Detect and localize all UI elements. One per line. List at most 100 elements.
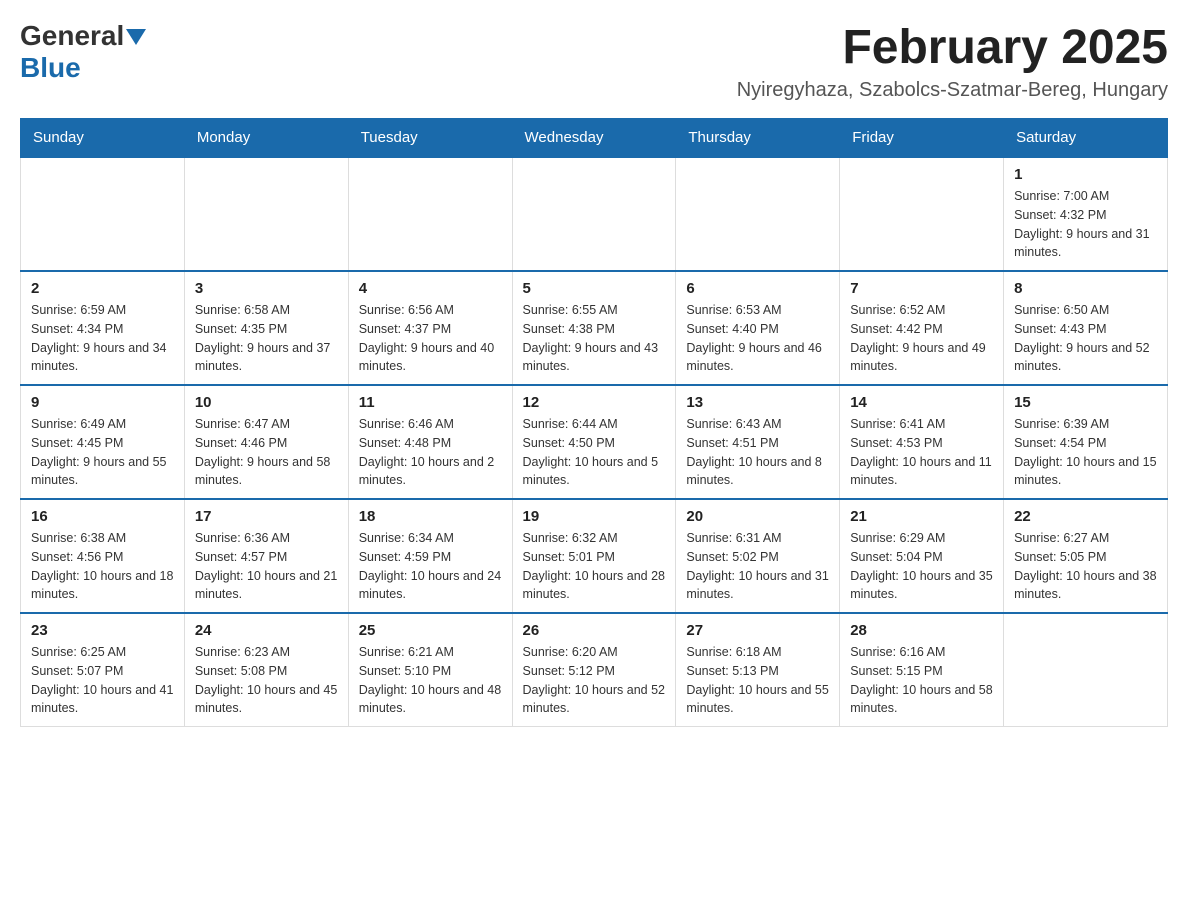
calendar-day-cell: 17 Sunrise: 6:36 AMSunset: 4:57 PMDayligh… bbox=[184, 499, 348, 613]
day-number: 13 bbox=[686, 394, 829, 411]
day-info: Sunrise: 6:21 AMSunset: 5:10 PMDaylight:… bbox=[359, 643, 502, 718]
day-number: 6 bbox=[686, 280, 829, 297]
location-subtitle: Nyiregyhaza, Szabolcs-Szatmar-Bereg, Hun… bbox=[737, 79, 1168, 102]
day-info: Sunrise: 6:50 AMSunset: 4:43 PMDaylight:… bbox=[1014, 301, 1157, 376]
calendar-day-cell: 25 Sunrise: 6:21 AMSunset: 5:10 PMDayligh… bbox=[348, 613, 512, 727]
day-info: Sunrise: 6:29 AMSunset: 5:04 PMDaylight:… bbox=[850, 529, 993, 604]
day-number: 20 bbox=[686, 508, 829, 525]
calendar-day-cell: 2 Sunrise: 6:59 AMSunset: 4:34 PMDaylight… bbox=[21, 271, 185, 385]
calendar-week-row: 23 Sunrise: 6:25 AMSunset: 5:07 PMDayligh… bbox=[21, 613, 1168, 727]
day-info: Sunrise: 6:59 AMSunset: 4:34 PMDaylight:… bbox=[31, 301, 174, 376]
day-info: Sunrise: 7:00 AMSunset: 4:32 PMDaylight:… bbox=[1014, 187, 1157, 262]
calendar-day-cell: 21Sunrise: 6:29 AMSunset: 5:04 PMDayligh… bbox=[840, 499, 1004, 613]
day-info: Sunrise: 6:56 AMSunset: 4:37 PMDaylight:… bbox=[359, 301, 502, 376]
calendar-week-row: 1 Sunrise: 7:00 AMSunset: 4:32 PMDaylight… bbox=[21, 157, 1168, 271]
day-of-week-header: Tuesday bbox=[348, 119, 512, 158]
calendar-day-cell: 6Sunrise: 6:53 AMSunset: 4:40 PMDaylight… bbox=[676, 271, 840, 385]
day-of-week-header: Wednesday bbox=[512, 119, 676, 158]
calendar-day-cell: 22 Sunrise: 6:27 AMSunset: 5:05 PMDayligh… bbox=[1004, 499, 1168, 613]
calendar-day-cell: 18 Sunrise: 6:34 AMSunset: 4:59 PMDayligh… bbox=[348, 499, 512, 613]
calendar-day-cell: 5Sunrise: 6:55 AMSunset: 4:38 PMDaylight… bbox=[512, 271, 676, 385]
day-info: Sunrise: 6:25 AMSunset: 5:07 PMDaylight:… bbox=[31, 643, 174, 718]
day-number: 7 bbox=[850, 280, 993, 297]
calendar-week-row: 16 Sunrise: 6:38 AMSunset: 4:56 PMDayligh… bbox=[21, 499, 1168, 613]
day-info: Sunrise: 6:41 AMSunset: 4:53 PMDaylight:… bbox=[850, 415, 993, 490]
day-info: Sunrise: 6:32 AMSunset: 5:01 PMDaylight:… bbox=[523, 529, 666, 604]
day-info: Sunrise: 6:39 AMSunset: 4:54 PMDaylight:… bbox=[1014, 415, 1157, 490]
calendar-day-cell: 13 Sunrise: 6:43 AMSunset: 4:51 PMDayligh… bbox=[676, 385, 840, 499]
day-number: 24 bbox=[195, 622, 338, 639]
logo-general-text: General bbox=[20, 20, 124, 52]
calendar-day-cell: 19 Sunrise: 6:32 AMSunset: 5:01 PMDayligh… bbox=[512, 499, 676, 613]
calendar-day-cell bbox=[184, 157, 348, 271]
day-info: Sunrise: 6:34 AMSunset: 4:59 PMDaylight:… bbox=[359, 529, 502, 604]
calendar-day-cell: 27Sunrise: 6:18 AMSunset: 5:13 PMDayligh… bbox=[676, 613, 840, 727]
day-number: 18 bbox=[359, 508, 502, 525]
day-number: 2 bbox=[31, 280, 174, 297]
day-info: Sunrise: 6:49 AMSunset: 4:45 PMDaylight:… bbox=[31, 415, 174, 490]
day-info: Sunrise: 6:43 AMSunset: 4:51 PMDaylight:… bbox=[686, 415, 829, 490]
month-year-title: February 2025 bbox=[737, 20, 1168, 75]
day-info: Sunrise: 6:46 AMSunset: 4:48 PMDaylight:… bbox=[359, 415, 502, 490]
calendar-day-cell bbox=[676, 157, 840, 271]
calendar-day-cell: 9 Sunrise: 6:49 AMSunset: 4:45 PMDaylight… bbox=[21, 385, 185, 499]
calendar-day-cell: 10Sunrise: 6:47 AMSunset: 4:46 PMDayligh… bbox=[184, 385, 348, 499]
day-number: 1 bbox=[1014, 166, 1157, 183]
day-number: 8 bbox=[1014, 280, 1157, 297]
calendar-day-cell: 3 Sunrise: 6:58 AMSunset: 4:35 PMDaylight… bbox=[184, 271, 348, 385]
day-info: Sunrise: 6:23 AMSunset: 5:08 PMDaylight:… bbox=[195, 643, 338, 718]
calendar-day-cell bbox=[21, 157, 185, 271]
calendar-header-row: SundayMondayTuesdayWednesdayThursdayFrid… bbox=[21, 119, 1168, 158]
calendar-day-cell bbox=[348, 157, 512, 271]
day-number: 17 bbox=[195, 508, 338, 525]
day-info: Sunrise: 6:44 AMSunset: 4:50 PMDaylight:… bbox=[523, 415, 666, 490]
calendar-day-cell: 7 Sunrise: 6:52 AMSunset: 4:42 PMDaylight… bbox=[840, 271, 1004, 385]
title-section: February 2025 Nyiregyhaza, Szabolcs-Szat… bbox=[737, 20, 1168, 102]
calendar-week-row: 9 Sunrise: 6:49 AMSunset: 4:45 PMDaylight… bbox=[21, 385, 1168, 499]
calendar-week-row: 2 Sunrise: 6:59 AMSunset: 4:34 PMDaylight… bbox=[21, 271, 1168, 385]
calendar-day-cell: 1 Sunrise: 7:00 AMSunset: 4:32 PMDaylight… bbox=[1004, 157, 1168, 271]
calendar-day-cell: 4 Sunrise: 6:56 AMSunset: 4:37 PMDaylight… bbox=[348, 271, 512, 385]
calendar-table: SundayMondayTuesdayWednesdayThursdayFrid… bbox=[20, 118, 1168, 727]
day-of-week-header: Monday bbox=[184, 119, 348, 158]
calendar-day-cell: 11Sunrise: 6:46 AMSunset: 4:48 PMDayligh… bbox=[348, 385, 512, 499]
day-number: 4 bbox=[359, 280, 502, 297]
day-of-week-header: Saturday bbox=[1004, 119, 1168, 158]
day-number: 19 bbox=[523, 508, 666, 525]
calendar-day-cell: 24 Sunrise: 6:23 AMSunset: 5:08 PMDayligh… bbox=[184, 613, 348, 727]
day-info: Sunrise: 6:18 AMSunset: 5:13 PMDaylight:… bbox=[686, 643, 829, 718]
day-number: 12 bbox=[523, 394, 666, 411]
day-number: 25 bbox=[359, 622, 502, 639]
calendar-day-cell: 23 Sunrise: 6:25 AMSunset: 5:07 PMDayligh… bbox=[21, 613, 185, 727]
calendar-day-cell bbox=[840, 157, 1004, 271]
day-info: Sunrise: 6:38 AMSunset: 4:56 PMDaylight:… bbox=[31, 529, 174, 604]
day-info: Sunrise: 6:58 AMSunset: 4:35 PMDaylight:… bbox=[195, 301, 338, 376]
page-header: General Blue February 2025 Nyiregyhaza, … bbox=[20, 20, 1168, 102]
day-number: 3 bbox=[195, 280, 338, 297]
day-number: 16 bbox=[31, 508, 174, 525]
logo-blue-text: Blue bbox=[20, 52, 81, 84]
day-number: 9 bbox=[31, 394, 174, 411]
day-of-week-header: Thursday bbox=[676, 119, 840, 158]
calendar-day-cell: 28Sunrise: 6:16 AMSunset: 5:15 PMDayligh… bbox=[840, 613, 1004, 727]
day-number: 14 bbox=[850, 394, 993, 411]
day-number: 22 bbox=[1014, 508, 1157, 525]
day-info: Sunrise: 6:55 AMSunset: 4:38 PMDaylight:… bbox=[523, 301, 666, 376]
day-info: Sunrise: 6:16 AMSunset: 5:15 PMDaylight:… bbox=[850, 643, 993, 718]
logo-triangle-icon bbox=[126, 29, 146, 45]
day-of-week-header: Sunday bbox=[21, 119, 185, 158]
calendar-day-cell: 12 Sunrise: 6:44 AMSunset: 4:50 PMDayligh… bbox=[512, 385, 676, 499]
calendar-day-cell: 14 Sunrise: 6:41 AMSunset: 4:53 PMDayligh… bbox=[840, 385, 1004, 499]
day-info: Sunrise: 6:31 AMSunset: 5:02 PMDaylight:… bbox=[686, 529, 829, 604]
calendar-day-cell bbox=[1004, 613, 1168, 727]
day-number: 26 bbox=[523, 622, 666, 639]
calendar-day-cell: 16 Sunrise: 6:38 AMSunset: 4:56 PMDayligh… bbox=[21, 499, 185, 613]
day-number: 23 bbox=[31, 622, 174, 639]
day-info: Sunrise: 6:36 AMSunset: 4:57 PMDaylight:… bbox=[195, 529, 338, 604]
day-of-week-header: Friday bbox=[840, 119, 1004, 158]
calendar-day-cell: 26Sunrise: 6:20 AMSunset: 5:12 PMDayligh… bbox=[512, 613, 676, 727]
day-info: Sunrise: 6:52 AMSunset: 4:42 PMDaylight:… bbox=[850, 301, 993, 376]
day-info: Sunrise: 6:47 AMSunset: 4:46 PMDaylight:… bbox=[195, 415, 338, 490]
day-info: Sunrise: 6:27 AMSunset: 5:05 PMDaylight:… bbox=[1014, 529, 1157, 604]
logo: General Blue bbox=[20, 20, 146, 84]
